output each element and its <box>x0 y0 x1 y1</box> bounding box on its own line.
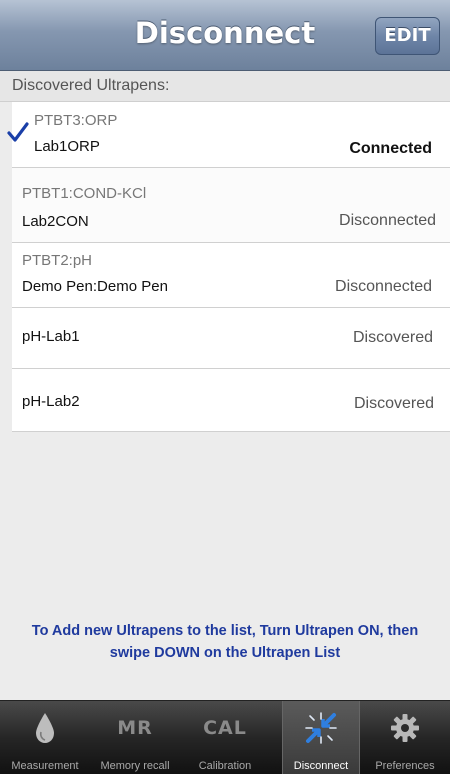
tab-bar: Measurement MR Memory recall CAL Calibra… <box>0 700 450 774</box>
disconnect-icon <box>305 712 337 744</box>
list-item-ph-lab2[interactable]: pH-Lab2 Discovered <box>12 369 450 432</box>
mr-icon: MR <box>117 717 153 739</box>
edit-button[interactable]: EDIT <box>375 17 440 55</box>
tab-preferences[interactable]: Preferences <box>360 701 450 774</box>
device-status: Discovered <box>353 395 434 412</box>
device-model: PTBT3:ORP <box>34 112 118 129</box>
ultrapen-list[interactable]: PTBT3:ORP Lab1ORP Connected PTBT1:COND-K… <box>7 102 450 432</box>
tab-disconnect[interactable]: Disconnect <box>282 701 360 774</box>
drop-icon <box>36 713 54 743</box>
list-item-lab2con[interactable]: PTBT1:COND-KCl Lab2CON Disconnected <box>12 168 450 243</box>
section-header-label: Discovered Ultrapens: <box>12 77 170 94</box>
hint-line-2: swipe DOWN on the Ultrapen List <box>109 645 341 661</box>
tab-calibration[interactable]: CAL Calibration <box>180 701 270 774</box>
hint-line-1: To Add new Ultrapens to the list, Turn U… <box>31 623 419 639</box>
navigation-bar: Disconnect EDIT <box>0 0 450 71</box>
tab-label: Preferences <box>375 760 435 772</box>
device-name: Lab1ORP <box>34 138 100 155</box>
device-name: Demo Pen:Demo Pen <box>22 278 168 295</box>
app-screen: Disconnect EDIT Discovered Ultrapens: PT… <box>0 0 450 774</box>
device-status: Disconnected <box>335 278 432 295</box>
list-item-lab1orp[interactable]: PTBT3:ORP Lab1ORP Connected <box>7 102 450 168</box>
add-ultrapens-hint: To Add new Ultrapens to the list, Turn U… <box>0 620 450 664</box>
device-status: Discovered <box>352 329 433 346</box>
tab-measurement[interactable]: Measurement <box>0 701 90 774</box>
tab-label: Calibration <box>198 760 252 772</box>
tab-memory-recall[interactable]: MR Memory recall <box>90 701 180 774</box>
cal-icon: CAL <box>203 717 247 739</box>
device-name: pH-Lab2 <box>22 393 80 410</box>
tab-label: Memory recall <box>100 760 170 772</box>
device-status: Connected <box>349 140 432 157</box>
device-model: PTBT1:COND-KCl <box>22 185 147 202</box>
device-model: PTBT2:pH <box>22 252 93 269</box>
device-name: pH-Lab1 <box>22 328 80 345</box>
device-status: Disconnected <box>339 212 436 229</box>
checkmark-icon <box>7 122 29 142</box>
device-name: Lab2CON <box>22 213 89 230</box>
list-item-demo-pen[interactable]: PTBT2:pH Demo Pen:Demo Pen Disconnected <box>12 243 450 308</box>
tab-label: Disconnect <box>293 760 349 772</box>
tab-label: Measurement <box>11 760 79 772</box>
list-item-ph-lab1[interactable]: pH-Lab1 Discovered <box>12 308 450 369</box>
gear-icon <box>391 714 419 742</box>
section-header: Discovered Ultrapens: <box>0 71 450 102</box>
